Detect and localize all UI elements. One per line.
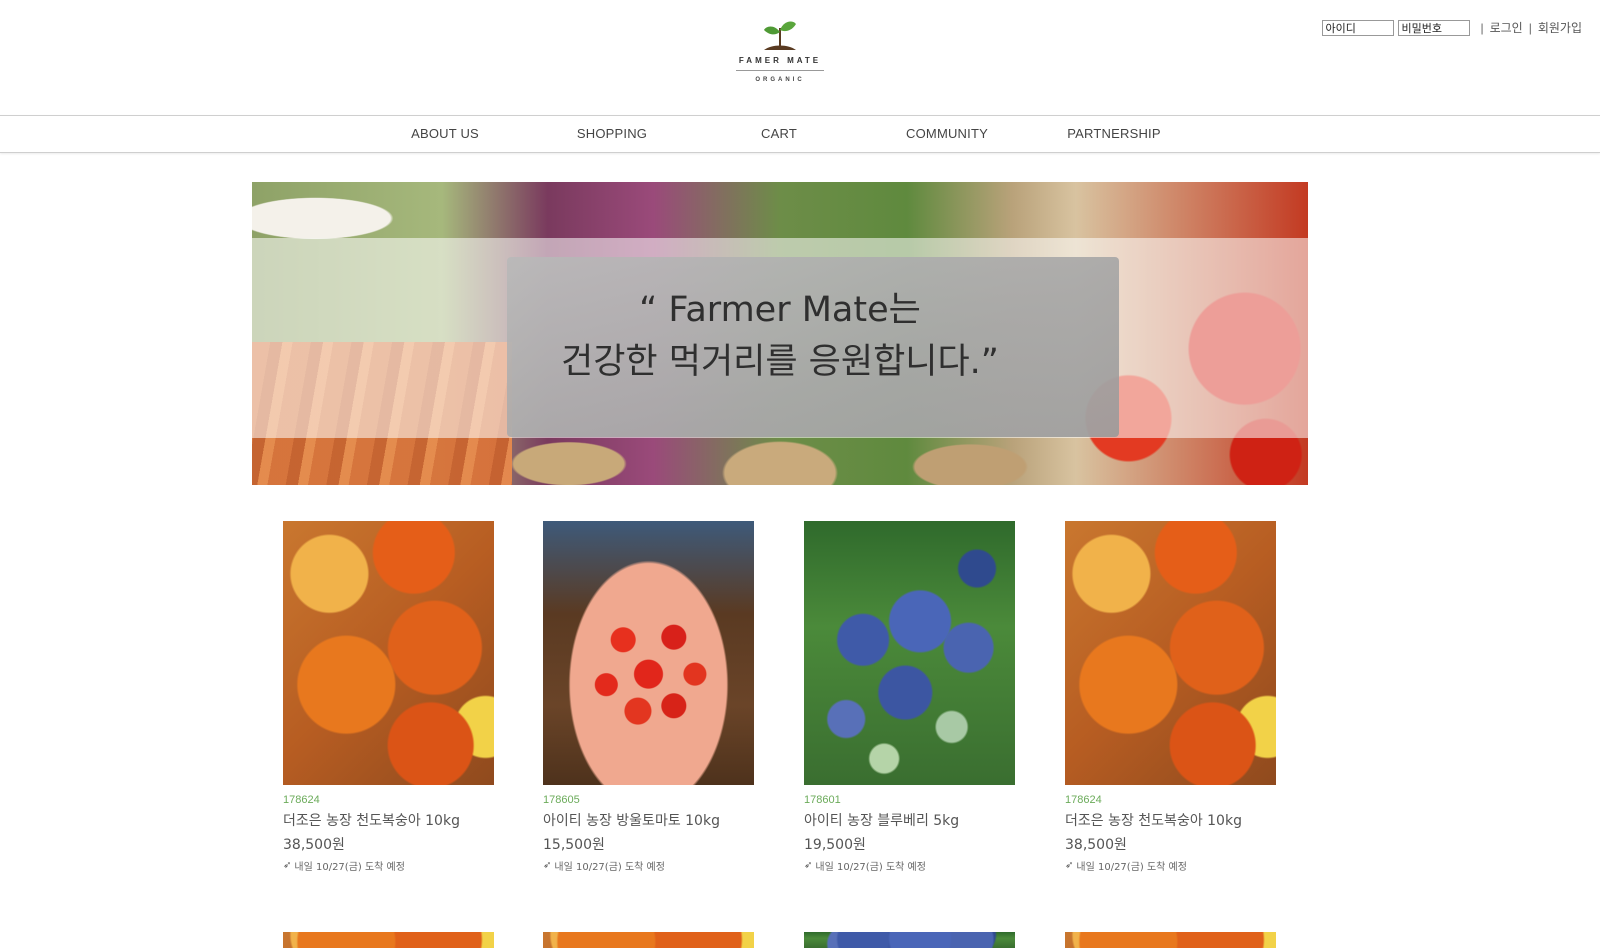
signup-link[interactable]: 회원가입 bbox=[1538, 19, 1582, 36]
product-price: 19,500원 bbox=[804, 837, 866, 853]
product-card[interactable]: 178624 더조은 농장 천도복숭아 10kg 38,500원 ➶ 내일 10/… bbox=[283, 521, 494, 873]
product-image-cherry-tomato[interactable] bbox=[543, 521, 754, 785]
product-price: 15,500원 bbox=[543, 837, 605, 853]
product-code: 178601 bbox=[804, 794, 841, 806]
product-code: 178624 bbox=[1065, 794, 1102, 806]
product-code: 178605 bbox=[543, 794, 580, 806]
logo-subtitle: ORGANIC bbox=[755, 77, 805, 83]
product-image-peach[interactable] bbox=[283, 521, 494, 785]
nav-community[interactable]: COMMUNITY bbox=[867, 126, 1027, 141]
product-image-blueberry[interactable] bbox=[804, 932, 1015, 948]
product-card[interactable]: 178601 아이티 농장 블루베리 5kg 19,500원 ➶ 내일 10/27… bbox=[804, 521, 1015, 873]
shipping-info: ➶ 내일 10/27(금) 도착 예정 bbox=[543, 858, 754, 873]
product-card[interactable]: 178624 더조은 농장 천도복숭아 10kg 38,500원 ➶ 내일 10/… bbox=[1065, 521, 1276, 873]
product-price: 38,500원 bbox=[283, 837, 345, 853]
product-image-peach[interactable] bbox=[1065, 932, 1276, 948]
product-image-peach[interactable] bbox=[543, 932, 754, 948]
shipping-text: 내일 10/27(금) 도착 예정 bbox=[294, 862, 405, 873]
nav-about-us[interactable]: ABOUT US bbox=[365, 126, 525, 141]
nav-shopping[interactable]: SHOPPING bbox=[532, 126, 692, 141]
rocket-icon: ➶ bbox=[1065, 860, 1074, 871]
product-name[interactable]: 더조은 농장 천도복숭아 10kg bbox=[1065, 810, 1276, 830]
shipping-info: ➶ 내일 10/27(금) 도착 예정 bbox=[804, 858, 1015, 873]
login-bar: | 로그인 | 회원가입 bbox=[1322, 19, 1582, 36]
shipping-info: ➶ 내일 10/27(금) 도착 예정 bbox=[1065, 858, 1276, 873]
banner-quote-line2: 건강한 먹거리를 응원합니다.” bbox=[561, 342, 999, 382]
banner-quote: “ Farmer Mate는 건강한 먹거리를 응원합니다.” bbox=[252, 284, 1308, 388]
main-nav: ABOUT US SHOPPING CART COMMUNITY PARTNER… bbox=[0, 115, 1600, 153]
site-logo[interactable]: FAMER MATE ORGANIC bbox=[735, 18, 825, 90]
sprout-icon bbox=[764, 21, 796, 50]
product-image-blueberry[interactable] bbox=[804, 521, 1015, 785]
separator: | bbox=[1528, 20, 1532, 35]
nav-cart[interactable]: CART bbox=[699, 126, 859, 141]
shipping-info: ➶ 내일 10/27(금) 도착 예정 bbox=[283, 858, 494, 873]
product-code: 178624 bbox=[283, 794, 320, 806]
rocket-icon: ➶ bbox=[543, 860, 552, 871]
product-name[interactable]: 더조은 농장 천도복숭아 10kg bbox=[283, 810, 494, 830]
product-image-peach[interactable] bbox=[1065, 521, 1276, 785]
login-link[interactable]: 로그인 bbox=[1490, 19, 1523, 36]
logo-divider bbox=[736, 70, 824, 71]
separator: | bbox=[1480, 20, 1484, 35]
shipping-text: 내일 10/27(금) 도착 예정 bbox=[554, 862, 665, 873]
shipping-text: 내일 10/27(금) 도착 예정 bbox=[815, 862, 926, 873]
rocket-icon: ➶ bbox=[804, 860, 813, 871]
banner-quote-line1: “ Farmer Mate는 bbox=[639, 290, 921, 330]
product-price: 38,500원 bbox=[1065, 837, 1127, 853]
hero-banner: “ Farmer Mate는 건강한 먹거리를 응원합니다.” bbox=[252, 182, 1308, 485]
logo-brand: FAMER MATE bbox=[738, 56, 822, 65]
product-name[interactable]: 아이티 농장 방울토마토 10kg bbox=[543, 810, 754, 830]
product-name[interactable]: 아이티 농장 블루베리 5kg bbox=[804, 810, 1015, 830]
product-image-peach[interactable] bbox=[283, 932, 494, 948]
id-input[interactable] bbox=[1322, 19, 1395, 36]
password-input[interactable] bbox=[1398, 19, 1471, 36]
product-card[interactable]: 178605 아이티 농장 방울토마토 10kg 15,500원 ➶ 내일 10/… bbox=[543, 521, 754, 873]
shipping-text: 내일 10/27(금) 도착 예정 bbox=[1076, 862, 1187, 873]
nav-partnership[interactable]: PARTNERSHIP bbox=[1034, 126, 1194, 141]
rocket-icon: ➶ bbox=[283, 860, 292, 871]
